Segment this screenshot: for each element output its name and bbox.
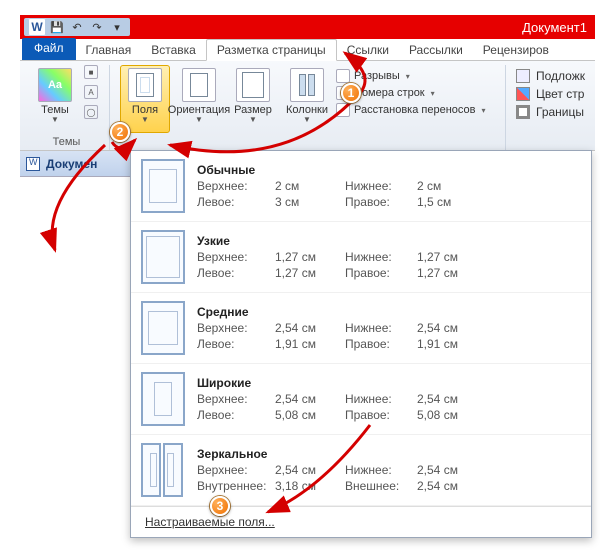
theme-fonts-icon[interactable]: A: [84, 85, 98, 99]
preset-normal[interactable]: Обычные Верхнее:2 смНижнее:2 см Левое:3 …: [131, 151, 591, 222]
columns-button[interactable]: Колонки ▼: [282, 65, 332, 133]
preset-moderate-icon: [141, 301, 185, 355]
navigation-pane-label: Докумен: [46, 157, 97, 171]
theme-effects-icon[interactable]: ◯: [84, 105, 98, 119]
callout-3: 3: [210, 496, 230, 516]
hyphenation-button[interactable]: Расстановка переносов▾: [336, 103, 486, 117]
preset-moderate[interactable]: Средние Верхнее:2,54 смНижнее:2,54 см Ле…: [131, 293, 591, 364]
margins-dropdown: Обычные Верхнее:2 смНижнее:2 см Левое:3 …: [130, 150, 592, 538]
ribbon-tabs: Файл Главная Вставка Разметка страницы С…: [20, 39, 595, 61]
word-app-icon[interactable]: W: [28, 18, 46, 36]
document-icon: [26, 157, 40, 171]
callout-1: 1: [341, 83, 361, 103]
undo-icon[interactable]: ↶: [68, 19, 86, 35]
margins-icon: [128, 68, 162, 102]
watermark-icon: [516, 69, 530, 83]
page-borders-icon: [516, 105, 530, 119]
preset-mirrored[interactable]: Зеркальное Верхнее:2,54 смНижнее:2,54 см…: [131, 435, 591, 506]
group-label-themes: Темы: [30, 136, 103, 150]
tab-insert[interactable]: Вставка: [141, 40, 206, 60]
preset-narrow-icon: [141, 230, 185, 284]
tab-review[interactable]: Рецензиров: [473, 40, 559, 60]
watermark-button[interactable]: Подложк: [516, 69, 585, 83]
custom-margins-label: Настраиваемые поля...: [145, 515, 275, 529]
themes-button[interactable]: Aa Темы ▼: [30, 65, 80, 133]
size-icon: [236, 68, 270, 102]
size-button[interactable]: Размер ▼: [228, 65, 278, 133]
preset-wide-icon: [141, 372, 185, 426]
themes-icon: Aa: [38, 68, 72, 102]
tab-home[interactable]: Главная: [76, 40, 142, 60]
orientation-icon: [182, 68, 216, 102]
title-bar: W 💾 ↶ ↷ ▾ Документ1: [20, 15, 595, 39]
preset-narrow[interactable]: Узкие Верхнее:1,27 смНижнее:1,27 см Лево…: [131, 222, 591, 293]
preset-wide[interactable]: Широкие Верхнее:2,54 смНижнее:2,54 см Ле…: [131, 364, 591, 435]
callout-2: 2: [110, 122, 130, 142]
tab-mailings[interactable]: Рассылки: [399, 40, 473, 60]
hyphenation-icon: [336, 103, 350, 117]
theme-colors-icon[interactable]: ■: [84, 65, 98, 79]
page-borders-button[interactable]: Границы: [516, 105, 585, 119]
breaks-button[interactable]: Разрывы▾: [336, 69, 486, 83]
preset-normal-icon: [141, 159, 185, 213]
window-title: Документ1: [522, 20, 591, 35]
page-color-button[interactable]: Цвет стр: [516, 87, 585, 101]
save-icon[interactable]: 💾: [48, 19, 66, 35]
tab-page-layout[interactable]: Разметка страницы: [206, 39, 337, 61]
quick-access-toolbar: W 💾 ↶ ↷ ▾: [24, 18, 130, 36]
margins-button[interactable]: Поля ▼: [120, 65, 170, 133]
breaks-icon: [336, 69, 350, 83]
redo-icon[interactable]: ↷: [88, 19, 106, 35]
qat-customize-icon[interactable]: ▾: [108, 19, 126, 35]
orientation-button[interactable]: Ориентация ▼: [174, 65, 224, 133]
custom-margins[interactable]: Настраиваемые поля...: [131, 506, 591, 537]
ribbon: Aa Темы ▼ ■ A ◯ Темы Поля ▼: [20, 61, 595, 151]
tab-file[interactable]: Файл: [22, 38, 76, 60]
page-color-icon: [516, 87, 530, 101]
preset-mirrored-icon: [141, 443, 185, 497]
columns-icon: [290, 68, 324, 102]
tab-references[interactable]: Ссылки: [337, 40, 399, 60]
navigation-pane-tab[interactable]: Докумен: [20, 151, 130, 177]
